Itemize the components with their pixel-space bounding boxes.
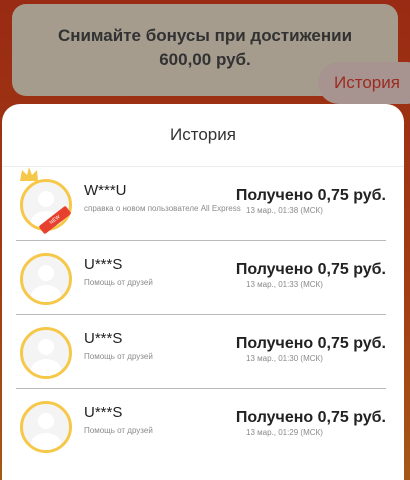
item-description: Помощь от друзей (84, 278, 153, 287)
avatar (20, 253, 72, 305)
user-placeholder-icon (31, 339, 61, 376)
avatar (20, 327, 72, 379)
item-time: 13 мар., 01:38 (МСК) (246, 206, 323, 215)
item-time: 13 мар., 01:29 (МСК) (246, 428, 323, 437)
item-amount: Получено 0,75 руб. (235, 187, 386, 204)
crown-icon (20, 167, 38, 181)
list-item[interactable]: U***S Помощь от друзей Получено 0,75 руб… (16, 241, 386, 315)
item-description: справка о новом пользователе All Express (84, 204, 241, 213)
scroll-fade (2, 454, 404, 480)
history-list[interactable]: NEW W***U справка о новом пользователе A… (2, 167, 404, 462)
user-name: U***S (84, 256, 123, 273)
list-item[interactable]: U***S Помощь от друзей Получено 0,75 руб… (16, 315, 386, 389)
item-amount: Получено 0,75 руб. (235, 409, 386, 426)
list-item[interactable]: NEW W***U справка о новом пользователе A… (16, 167, 386, 241)
item-amount: Получено 0,75 руб. (235, 335, 386, 352)
history-sheet: История NEW W***U справка о новом пользо… (2, 104, 404, 480)
item-time: 13 мар., 01:33 (МСК) (246, 280, 323, 289)
user-placeholder-icon (31, 265, 61, 302)
sheet-title: История (2, 104, 404, 167)
avatar (20, 401, 72, 453)
user-name: U***S (84, 404, 123, 421)
item-description: Помощь от друзей (84, 352, 153, 361)
user-placeholder-icon (31, 413, 61, 450)
item-time: 13 мар., 01:30 (МСК) (246, 354, 323, 363)
list-item[interactable]: U***S Помощь от друзей Получено 0,75 руб… (16, 389, 386, 462)
user-name: W***U (84, 182, 127, 199)
item-description: Помощь от друзей (84, 426, 153, 435)
item-amount: Получено 0,75 руб. (235, 261, 386, 278)
user-name: U***S (84, 330, 123, 347)
